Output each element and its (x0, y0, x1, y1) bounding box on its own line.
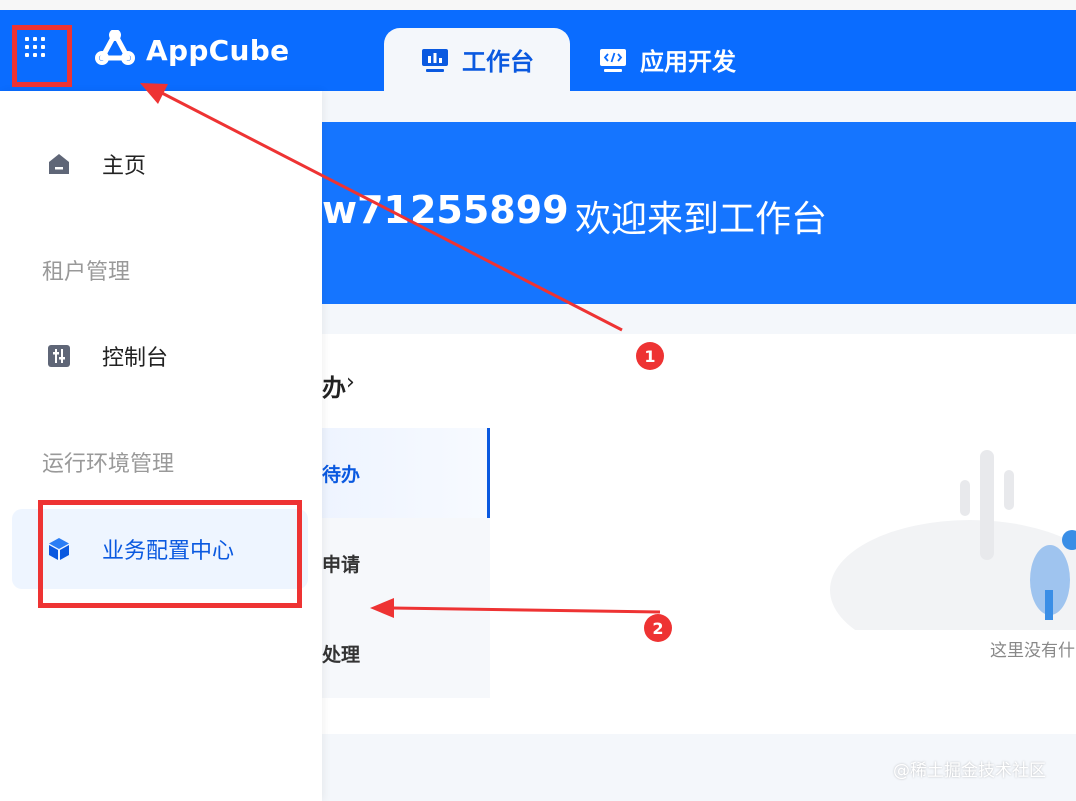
brand[interactable]: AppCube (94, 29, 290, 70)
sidebar-item-label: 控制台 (102, 346, 169, 371)
welcome-text: 欢迎来到工作台 (575, 199, 828, 240)
username: w71255899 (322, 188, 569, 232)
console-icon (46, 343, 72, 369)
watermark: @稀土掘金技术社区 (893, 761, 1046, 781)
sidebar-item-console[interactable]: 控制台 (12, 316, 308, 396)
browser-top-strip (0, 0, 1076, 10)
appcube-logo-icon (94, 29, 136, 70)
annotation-box-menu (12, 25, 72, 87)
code-icon (598, 47, 628, 73)
task-panel-title[interactable]: 办 (322, 368, 346, 403)
subtab-label: 处理 (322, 643, 361, 666)
empty-state-illustration (830, 450, 1076, 630)
dashboard-icon (420, 47, 450, 73)
subtab-label: 待办 (322, 463, 361, 486)
annotation-badge-2: 2 (644, 614, 672, 642)
annotation-badge-1: 1 (636, 342, 664, 370)
tab-app-development-label: 应用开发 (640, 48, 736, 76)
app-name: AppCube (146, 33, 290, 67)
sidebar-item-home[interactable]: 主页 (12, 124, 308, 204)
annotation-box-config (38, 500, 302, 608)
group-label-tenant: 租户管理 (42, 260, 131, 285)
tab-app-development[interactable]: 应用开发 (598, 28, 736, 91)
empty-state-text: 这里没有什 (990, 641, 1075, 661)
chevron-right-icon[interactable]: › (346, 370, 355, 395)
tab-workbench-label: 工作台 (462, 48, 534, 76)
subtab-label: 申请 (322, 553, 361, 576)
subtab-todo[interactable]: 待办 (322, 428, 490, 518)
home-icon (46, 151, 72, 177)
group-label-runtime: 运行环境管理 (42, 452, 175, 477)
subtab-handled[interactable]: 处理 (322, 608, 490, 698)
subtab-apply[interactable]: 申请 (322, 518, 490, 608)
tab-workbench[interactable]: 工作台 (384, 28, 570, 91)
sidebar-item-label: 主页 (102, 154, 147, 179)
